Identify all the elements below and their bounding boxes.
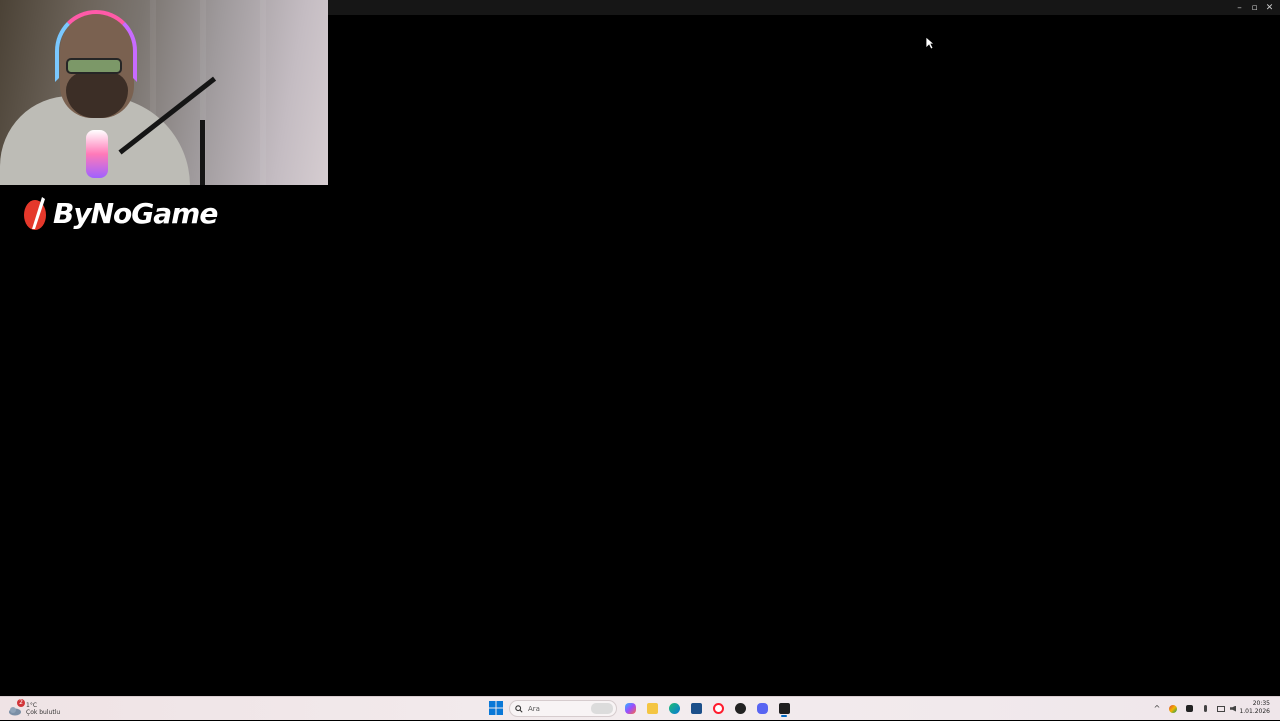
active-indicator [781,715,787,717]
app-tray-icon[interactable] [1184,700,1194,717]
search-box[interactable]: Ara [509,700,617,717]
tray-overflow-button[interactable]: ^ [1152,700,1162,717]
system-clock[interactable]: 20:35 1.01.2026 [1239,700,1270,716]
chrome-tray-icon[interactable] [1168,700,1178,717]
webcam-overlay [0,0,328,185]
weather-alert-badge: 2 [17,699,25,707]
window-titlebar: – ▫ ✕ [328,0,1280,15]
terminal-icon[interactable] [776,700,792,717]
minimize-button[interactable]: – [1232,0,1247,15]
cloud-icon: 2 [8,699,25,716]
volume-icon[interactable] [1228,700,1238,717]
logo-text: ByNoGame [53,197,218,230]
opera-icon[interactable] [710,700,726,717]
search-icon [515,704,523,713]
start-icon[interactable] [489,701,503,715]
weather-temperature: 1°C [26,702,38,709]
discord-icon[interactable] [754,700,770,717]
store-icon[interactable] [688,700,704,717]
taskbar: 2 1°C Çok bulutlu Ara ^ 20:35 1.01.2026 [0,696,1280,720]
bynogame-logo-icon [24,197,46,230]
bynogame-logo: ByNoGame [22,194,218,234]
microphone-icon[interactable] [1200,700,1210,717]
search-placeholder: Ara [528,704,540,713]
weather-widget[interactable]: 2 1°C Çok bulutlu [8,699,60,718]
clock-date: 1.01.2026 [1239,708,1270,715]
edge-icon[interactable] [666,700,682,717]
network-icon[interactable] [1216,700,1226,717]
close-button[interactable]: ✕ [1262,0,1277,15]
curtain-fold [260,0,266,185]
app-icon[interactable] [732,700,748,717]
mouse-cursor-icon [925,36,935,50]
glasses [66,58,122,74]
copilot-icon[interactable] [622,700,638,717]
search-highlight-icon [591,703,613,714]
mic-arm [200,120,205,185]
weather-condition: Çok bulutlu [26,709,61,716]
microphone [86,130,108,178]
file-explorer-icon[interactable] [644,700,660,717]
maximize-button[interactable]: ▫ [1247,0,1262,15]
weather-text: 1°C Çok bulutlu [26,702,60,716]
clock-time: 20:35 [1252,700,1270,707]
